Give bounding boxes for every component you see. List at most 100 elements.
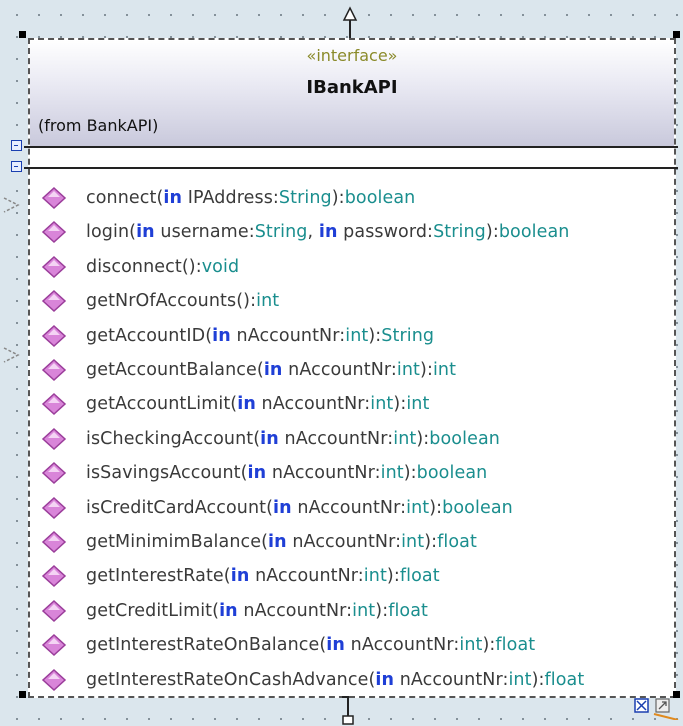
return-type: float: [544, 669, 585, 690]
param-type: int: [459, 635, 483, 656]
return-separator: ):: [368, 325, 382, 346]
bottom-right-icons[interactable]: [634, 698, 680, 720]
public-operation-icon: [41, 221, 67, 244]
operation-row[interactable]: disconnect():void: [40, 253, 239, 281]
return-type: float: [437, 532, 477, 552]
operation-row[interactable]: getAccountBalance(in nAccountNr:int):int: [40, 356, 456, 384]
param-type: int: [352, 600, 376, 621]
return-separator: ):: [375, 600, 389, 621]
public-operation-icon: [41, 599, 67, 622]
param-name: nAccountNr:: [291, 497, 407, 518]
collapse-attributes-icon[interactable]: [11, 140, 22, 151]
param-direction: in: [219, 600, 238, 621]
class-name[interactable]: IBankAPI: [30, 77, 674, 98]
resize-icon: [634, 698, 649, 713]
operation-name: getInterestRateOnBalance(: [86, 635, 327, 656]
param-name: password:: [337, 222, 434, 243]
public-operation-icon: [41, 186, 67, 210]
public-operation-icon: [41, 324, 67, 347]
operation-row[interactable]: isCreditCardAccount(in nAccountNr:int):b…: [40, 494, 513, 522]
return-type: int: [406, 394, 430, 415]
operation-name: isCheckingAccount(: [86, 428, 261, 449]
association-arrow-top[interactable]: [0, 190, 30, 220]
operation-signature: login(in username:String, in password:St…: [86, 222, 570, 242]
operation-name: getMinimimBalance(: [86, 532, 269, 552]
public-operation-icon: [41, 668, 67, 691]
collapse-operations-icon[interactable]: [11, 161, 22, 172]
operation-name: login(: [86, 222, 137, 243]
operation-row[interactable]: getMinimimBalance(in nAccountNr:int):flo…: [40, 528, 477, 556]
return-type: String: [381, 325, 435, 346]
param-name: nAccountNr:: [230, 325, 346, 346]
operation-name: getInterestRateOnCashAdvance(: [86, 669, 376, 690]
return-type: boolean: [416, 463, 488, 484]
param-type: int: [396, 360, 421, 380]
selection-handle-bottom-left[interactable]: [19, 691, 26, 698]
bottom-connector[interactable]: [338, 696, 358, 726]
public-operation-icon: [41, 634, 67, 657]
param-type: int: [370, 394, 394, 415]
return-type: boolean: [344, 188, 416, 208]
association-arrow-middle[interactable]: [0, 340, 30, 370]
param-direction: in: [212, 325, 231, 346]
selection-handle-top-left[interactable]: [19, 31, 26, 38]
operation-signature: getInterestRateOnCashAdvance(in nAccount…: [86, 670, 584, 690]
param-direction: in: [326, 635, 345, 656]
return-separator: ):: [243, 291, 257, 312]
return-type: boolean: [498, 222, 570, 243]
return-separator: ):: [420, 360, 433, 380]
return-separator: ):: [482, 635, 496, 656]
operation-name: getAccountBalance(: [86, 360, 264, 380]
public-operation-icon: [41, 496, 67, 519]
param-direction: in: [230, 566, 250, 587]
param-name: nAccountNr:: [278, 428, 394, 449]
return-separator: ):: [393, 394, 407, 415]
return-type: int: [432, 360, 457, 380]
param-direction: in: [268, 532, 287, 552]
operation-row[interactable]: getAccountID(in nAccountNr:int):String: [40, 322, 434, 350]
param-name: nAccountNr:: [237, 600, 353, 621]
operation-row[interactable]: isCheckingAccount(in nAccountNr:int):boo…: [40, 425, 500, 453]
selection-handle-bottom-right[interactable]: [673, 691, 680, 698]
param-type: String: [433, 222, 486, 243]
param-type: String: [278, 188, 332, 208]
operation-name: disconnect(: [86, 256, 189, 277]
return-type: boolean: [442, 497, 513, 518]
operation-row[interactable]: getInterestRateOnCashAdvance(in nAccount…: [40, 666, 584, 694]
public-operation-icon: [41, 427, 67, 450]
param-direction: in: [136, 222, 155, 243]
operation-row[interactable]: getAccountLimit(in nAccountNr:int):int: [40, 390, 429, 418]
param-name: nAccountNr:: [344, 635, 460, 656]
param-name: nAccountNr:: [286, 532, 402, 552]
public-operation-icon: [41, 255, 67, 278]
return-separator: ):: [429, 497, 443, 518]
operation-signature: getInterestRate(in nAccountNr:int):float: [86, 566, 440, 586]
operation-name: getNrOfAccounts(: [86, 291, 244, 312]
param-name: nAccountNr:: [282, 360, 397, 380]
param-type: int: [345, 325, 369, 346]
link-icon: [655, 698, 670, 713]
operation-signature: getCreditLimit(in nAccountNr:int):float: [86, 601, 428, 621]
operation-row[interactable]: getInterestRate(in nAccountNr:int):float: [40, 562, 440, 590]
return-separator: ):: [531, 669, 545, 690]
operation-row[interactable]: getInterestRateOnBalance(in nAccountNr:i…: [40, 631, 535, 659]
generalization-connector[interactable]: [330, 0, 370, 40]
return-type: boolean: [429, 428, 500, 449]
operation-row[interactable]: getNrOfAccounts():int: [40, 287, 279, 315]
public-operation-icon: [41, 393, 67, 416]
param-direction: in: [263, 360, 283, 380]
operations-compartment-divider: [24, 167, 678, 169]
param-direction: in: [273, 497, 292, 518]
operation-row[interactable]: isSavingsAccount(in nAccountNr:int):bool…: [40, 459, 487, 487]
selection-handle-top-right[interactable]: [673, 31, 680, 38]
return-separator: ):: [331, 188, 345, 208]
return-separator: ):: [424, 532, 438, 552]
return-separator: ):: [386, 566, 400, 587]
return-separator: ):: [416, 428, 430, 449]
operation-row[interactable]: login(in username:String, in password:St…: [40, 218, 570, 246]
operation-row[interactable]: getCreditLimit(in nAccountNr:int):float: [40, 597, 428, 625]
operation-row[interactable]: connect(in IPAddress:String):boolean: [40, 184, 415, 212]
operation-name: getAccountID(: [86, 325, 213, 346]
return-type: void: [201, 256, 240, 277]
operation-name: getAccountLimit(: [86, 394, 238, 415]
